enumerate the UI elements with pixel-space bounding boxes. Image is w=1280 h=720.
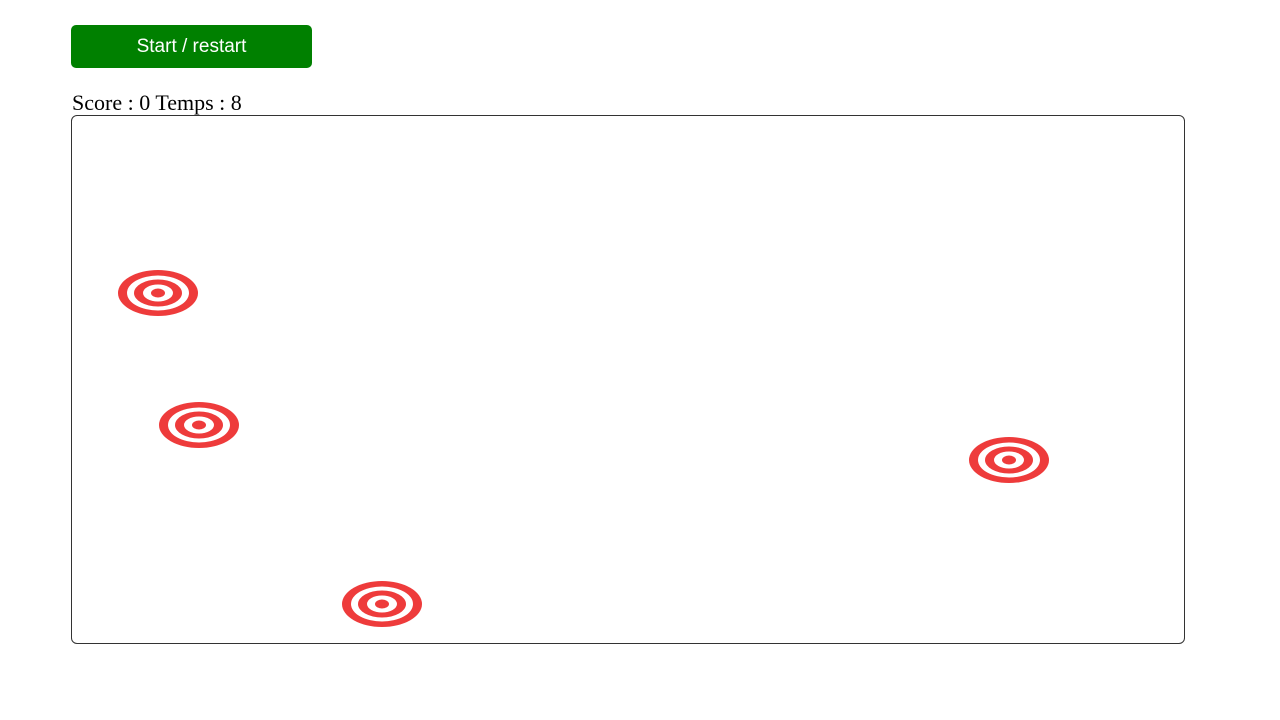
target-icon[interactable]: [341, 580, 423, 628]
score-label: Score :: [72, 90, 134, 115]
target-icon[interactable]: [158, 401, 240, 449]
start-restart-button[interactable]: Start / restart: [71, 25, 312, 68]
target-icon[interactable]: [968, 436, 1050, 484]
game-area[interactable]: [71, 115, 1185, 644]
time-label: Temps :: [155, 90, 226, 115]
score-value: 0: [139, 90, 151, 115]
time-value: 8: [230, 90, 242, 115]
target-icon[interactable]: [117, 269, 199, 317]
status-line: Score : 0 Temps : 8: [72, 90, 242, 116]
